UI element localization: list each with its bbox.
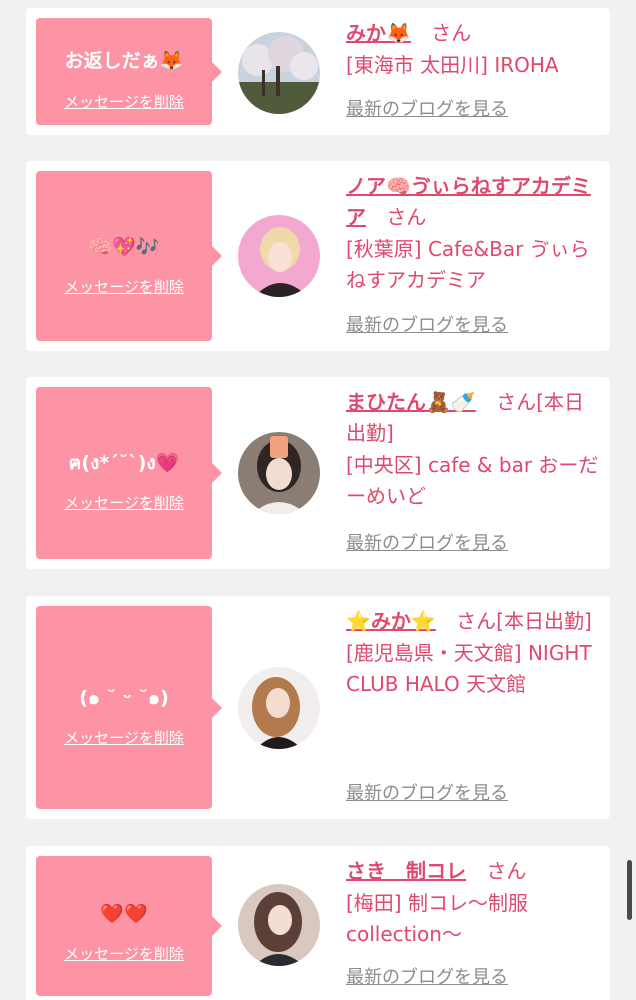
- girl-name-link[interactable]: みか🦊: [346, 21, 411, 45]
- message-bubble: お返しだぁ🦊 メッセージを削除: [36, 18, 222, 125]
- avatar[interactable]: [238, 32, 320, 114]
- girl-info: さき 制コレ さん [梅田] 制コレ〜制服collection〜: [346, 856, 602, 950]
- avatar[interactable]: [238, 884, 320, 966]
- latest-blog-link[interactable]: 最新のブログを見る: [346, 314, 508, 338]
- girl-name-link[interactable]: ⭐️みか⭐️: [346, 609, 436, 633]
- scrollbar[interactable]: [627, 860, 632, 920]
- girl-info: ノア🧠ゔぃらねすアカデミア さん [秋葉原] Cafe&Bar ゔぃらねすアカデ…: [346, 171, 602, 296]
- message-bubble: ❤️❤️ メッセージを削除: [36, 856, 222, 996]
- shop-info: [梅田] 制コレ〜制服collection〜: [346, 891, 528, 946]
- latest-blog-link[interactable]: 最新のブログを見る: [346, 966, 508, 990]
- message-card: ฅ(ง*´˘`)ง💗 メッセージを削除 まひたん🧸🍼 さん[本日出勤] [中央区…: [26, 377, 610, 569]
- message-card: (๑ ˘ ᵕ ˘๑) メッセージを削除 ⭐️みか⭐️ さん[本日出勤] [鹿児島…: [26, 596, 610, 819]
- avatar[interactable]: [238, 432, 320, 514]
- shop-info: [中央区] cafe & bar おーだーめいど: [346, 453, 599, 508]
- girl-info: みか🦊 さん [東海市 太田川] IROHA: [346, 18, 602, 81]
- shop-info: [秋葉原] Cafe&Bar ゔぃらねすアカデミア: [346, 237, 590, 292]
- girl-name-link[interactable]: ノア🧠ゔぃらねすアカデミア: [346, 174, 591, 229]
- bubble-message: (๑ ˘ ᵕ ˘๑): [79, 687, 169, 709]
- bubble-message: ❤️❤️: [100, 903, 148, 925]
- girl-name-link[interactable]: さき 制コレ: [346, 859, 466, 883]
- message-card: ❤️❤️ メッセージを削除 さき 制コレ さん [梅田] 制コレ〜制服colle…: [26, 846, 610, 1000]
- delete-message-link[interactable]: メッセージを削除: [36, 728, 212, 748]
- message-bubble: ฅ(ง*´˘`)ง💗 メッセージを削除: [36, 387, 222, 559]
- girl-info: まひたん🧸🍼 さん[本日出勤] [中央区] cafe & bar おーだーめいど: [346, 387, 602, 512]
- bubble-message: お返しだぁ🦊: [64, 50, 184, 72]
- latest-blog-link[interactable]: 最新のブログを見る: [346, 782, 508, 806]
- shop-info: [鹿児島県・天文館] NIGHT CLUB HALO 天文館: [346, 641, 592, 696]
- latest-blog-link[interactable]: 最新のブログを見る: [346, 98, 508, 122]
- bubble-message: ฅ(ง*´˘`)ง💗: [68, 452, 180, 474]
- girl-info: ⭐️みか⭐️ さん[本日出勤] [鹿児島県・天文館] NIGHT CLUB HA…: [346, 606, 602, 700]
- message-feed: お返しだぁ🦊 メッセージを削除 みか🦊 さん [東海市 太田川] IROHA 最…: [0, 0, 636, 1000]
- delete-message-link[interactable]: メッセージを削除: [36, 277, 212, 297]
- avatar[interactable]: [238, 667, 320, 749]
- honorific: さん: [431, 21, 472, 45]
- shop-info: [東海市 太田川] IROHA: [346, 53, 559, 77]
- delete-message-link[interactable]: メッセージを削除: [36, 493, 212, 513]
- delete-message-link[interactable]: メッセージを削除: [36, 92, 212, 112]
- girl-name-link[interactable]: まひたん🧸🍼: [346, 390, 476, 414]
- honorific: さん: [386, 205, 427, 229]
- message-bubble: 🧠💖🎶 メッセージを削除: [36, 171, 222, 341]
- latest-blog-link[interactable]: 最新のブログを見る: [346, 532, 508, 556]
- avatar[interactable]: [238, 215, 320, 297]
- bubble-message: 🧠💖🎶: [88, 236, 160, 258]
- delete-message-link[interactable]: メッセージを削除: [36, 944, 212, 964]
- message-card: お返しだぁ🦊 メッセージを削除 みか🦊 さん [東海市 太田川] IROHA 最…: [26, 8, 610, 135]
- message-card: 🧠💖🎶 メッセージを削除 ノア🧠ゔぃらねすアカデミア さん [秋葉原] Cafe…: [26, 161, 610, 351]
- honorific: さん: [486, 859, 527, 883]
- message-bubble: (๑ ˘ ᵕ ˘๑) メッセージを削除: [36, 606, 222, 809]
- honorific: さん[本日出勤]: [456, 609, 592, 633]
